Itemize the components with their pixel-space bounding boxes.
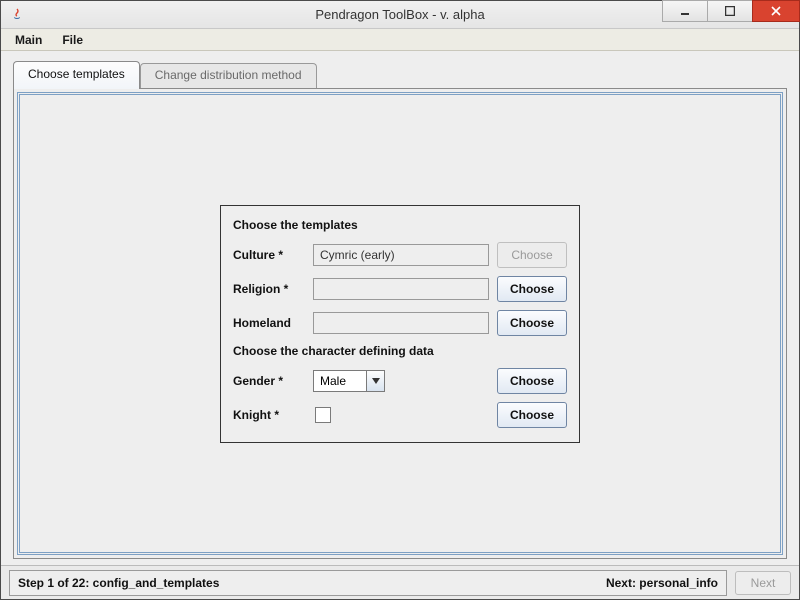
tab-panel-inner: Choose the templates Culture * Cymric (e… bbox=[17, 92, 783, 555]
tabs-strip: Choose templates Change distribution met… bbox=[13, 61, 787, 88]
menubar: Main File bbox=[1, 29, 799, 51]
status-step: Step 1 of 22: config_and_templates bbox=[18, 576, 219, 590]
statusbar: Step 1 of 22: config_and_templates Next:… bbox=[1, 565, 799, 599]
window-controls bbox=[662, 1, 799, 28]
section-templates-title: Choose the templates bbox=[233, 214, 567, 238]
app-window: Pendragon ToolBox - v. alpha Main File C… bbox=[0, 0, 800, 600]
tab-choose-templates[interactable]: Choose templates bbox=[13, 61, 140, 89]
culture-field: Cymric (early) bbox=[313, 244, 489, 266]
row-knight: Knight * Choose bbox=[233, 398, 567, 432]
section-defining-title: Choose the character defining data bbox=[233, 340, 567, 364]
knight-label: Knight * bbox=[233, 408, 305, 422]
knight-choose-button[interactable]: Choose bbox=[497, 402, 567, 428]
minimize-button[interactable] bbox=[662, 0, 708, 22]
religion-choose-button[interactable]: Choose bbox=[497, 276, 567, 302]
row-homeland: Homeland Choose bbox=[233, 306, 567, 340]
culture-label: Culture * bbox=[233, 248, 305, 262]
tab-panel: Choose the templates Culture * Cymric (e… bbox=[13, 88, 787, 559]
form-panel: Choose the templates Culture * Cymric (e… bbox=[220, 205, 580, 443]
menu-main[interactable]: Main bbox=[7, 31, 50, 49]
maximize-button[interactable] bbox=[707, 0, 753, 22]
gender-value: Male bbox=[314, 371, 366, 391]
knight-checkbox[interactable] bbox=[315, 407, 331, 423]
row-gender: Gender * Male Choose bbox=[233, 364, 567, 398]
row-culture: Culture * Cymric (early) Choose bbox=[233, 238, 567, 272]
tab-change-distribution[interactable]: Change distribution method bbox=[140, 63, 317, 88]
gender-select[interactable]: Male bbox=[313, 370, 385, 392]
culture-choose-button: Choose bbox=[497, 242, 567, 268]
next-button: Next bbox=[735, 571, 791, 595]
status-next-label: Next: personal_info bbox=[606, 576, 718, 590]
gender-choose-button[interactable]: Choose bbox=[497, 368, 567, 394]
close-button[interactable] bbox=[752, 0, 800, 22]
homeland-label: Homeland bbox=[233, 316, 305, 330]
religion-label: Religion * bbox=[233, 282, 305, 296]
status-frame: Step 1 of 22: config_and_templates Next:… bbox=[9, 570, 727, 596]
gender-label: Gender * bbox=[233, 374, 305, 388]
homeland-field[interactable] bbox=[313, 312, 489, 334]
religion-field[interactable] bbox=[313, 278, 489, 300]
gender-dropdown-icon bbox=[366, 371, 384, 391]
java-icon bbox=[9, 7, 25, 23]
row-religion: Religion * Choose bbox=[233, 272, 567, 306]
homeland-choose-button[interactable]: Choose bbox=[497, 310, 567, 336]
menu-file[interactable]: File bbox=[54, 31, 91, 49]
content-area: Choose templates Change distribution met… bbox=[1, 51, 799, 565]
titlebar[interactable]: Pendragon ToolBox - v. alpha bbox=[1, 1, 799, 29]
